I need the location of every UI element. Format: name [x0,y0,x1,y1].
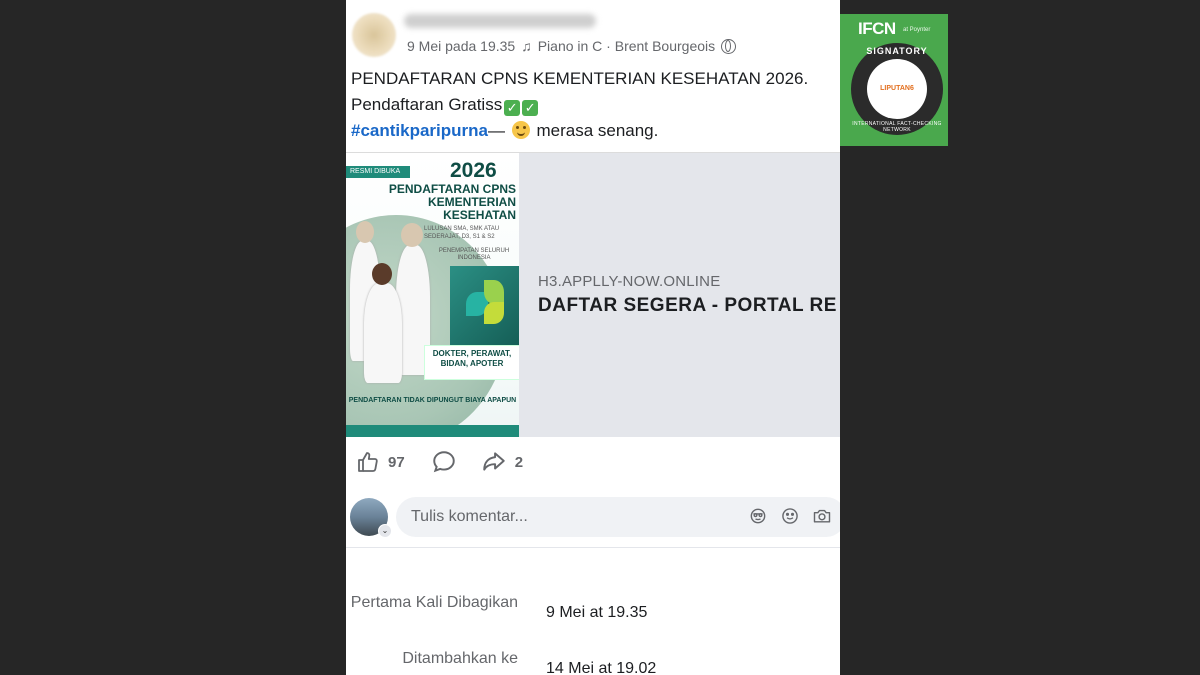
post-actions: 97 2 [346,444,840,480]
ad-badge: RESMI DIBUKA [346,166,410,178]
ad-logo-box [450,266,519,346]
share-count: 2 [514,453,524,471]
link-preview-card[interactable]: RESMI DIBUKA 2026 PENDAFTARAN CPNS KEMEN… [346,152,840,437]
info-added-value: 14 Mei at 19.02 [546,660,657,675]
chevron-down-icon[interactable]: ⌄ [378,524,392,538]
ifcn-signatory-badge: IFCN at Poynter SIGNATORY LIPUTAN6 INTER… [840,14,948,146]
post-text-line-1: PENDAFTARAN CPNS KEMENTERIAN KESEHATAN 2… [351,69,809,88]
nurse-head [372,263,392,285]
comment-row: ⌄ [346,495,840,539]
emoji-icon[interactable] [780,506,800,526]
comment-tools [748,506,832,526]
feeling-dash: — [488,121,510,140]
info-first-shared-label: Pertama Kali Dibagikan [350,594,518,611]
ad-placement: PENEMPATAN SELURUH INDONESIA [438,248,510,261]
nurse-head [356,221,374,243]
share-arrow-icon [482,452,505,471]
author-name-blurred[interactable] [404,14,596,28]
globe-icon [721,38,737,54]
ad-year: 2026 [450,159,497,182]
comment-button[interactable] [431,449,457,475]
link-domain[interactable]: H3.APPLLY-NOW.ONLINE [538,273,720,290]
check-mark-icon: ✓ [522,100,539,116]
avatar-sticker-icon[interactable] [748,506,768,526]
ad-title: PENDAFTARAN CPNS KEMENTERIAN KESEHATAN [388,182,516,222]
post-text-gratis: Pendaftaran Gratiss [351,95,503,114]
hashtag-link[interactable]: #cantikparipurna [351,121,488,140]
like-count: 97 [388,453,405,471]
facebook-post-panel: 9 Mei pada 19.35 ♫ Piano in C · Brent Bo… [346,0,840,675]
check-mark-icon: ✓ [504,100,521,116]
like-button[interactable]: 97 [356,450,405,474]
ad-footer: PENDAFTARAN TIDAK DIPUNGUT BIAYA APAPUN [348,397,517,404]
ifcn-logo: IFCN [858,19,896,38]
feeling-text: merasa senang. [531,121,659,140]
author-avatar-blurred[interactable] [352,13,396,57]
link-title[interactable]: DAFTAR SEGERA - PORTAL RE [538,295,837,317]
info-first-shared: Pertama Kali Dibagikan 9 Mei at 19.35 [346,590,840,642]
post-music[interactable]: Piano in C · Brent Bourgeois [538,38,715,54]
ad-subtitle: LULUSAN SMA, SMK ATAU SEDERAJAT, D3, S1 … [424,226,500,240]
nurse-figure [364,283,402,383]
post-meta: 9 Mei pada 19.35 ♫ Piano in C · Brent Bo… [407,38,737,54]
ad-roles: DOKTER, PERAWAT, BIDAN, APOTER [424,345,519,380]
seal-inner: LIPUTAN6 [867,59,927,119]
thumbs-up-icon [358,452,378,472]
seal-bottom-text: INTERNATIONAL FACT-CHECKING NETWORK [852,121,942,133]
camera-icon[interactable] [812,506,832,526]
smiley-icon [511,121,530,139]
info-added: Ditambahkan ke 14 Mei at 19.02 [346,646,840,675]
link-preview-image[interactable]: RESMI DIBUKA 2026 PENDAFTARAN CPNS KEMEN… [346,153,519,437]
ifcn-poynter: at Poynter [903,27,931,33]
ad-bottom-strip [346,425,519,437]
seal-brand: LIPUTAN6 [880,85,914,92]
post-text: PENDAFTARAN CPNS KEMENTERIAN KESEHATAN 2… [351,66,808,144]
comment-bubble-icon [432,451,455,473]
post-header: 9 Mei pada 19.35 ♫ Piano in C · Brent Bo… [346,0,840,60]
post-text-line-2: Pendaftaran Gratiss ✓ ✓ [351,92,808,118]
info-first-shared-value: 9 Mei at 19.35 [546,604,648,621]
post-text-line-3: #cantikparipurna— merasa senang. [351,118,808,144]
post-date[interactable]: 9 Mei pada 19.35 [407,38,515,54]
divider [346,547,840,548]
health-ministry-logo-icon [466,280,504,330]
nurse-head [401,223,423,247]
share-button[interactable]: 2 [481,449,523,475]
signatory-seal: SIGNATORY LIPUTAN6 INTERNATIONAL FACT-CH… [848,40,946,138]
info-added-label: Ditambahkan ke [402,650,518,667]
seal-top-text: SIGNATORY [866,46,928,56]
music-note-icon: ♫ [521,38,532,54]
